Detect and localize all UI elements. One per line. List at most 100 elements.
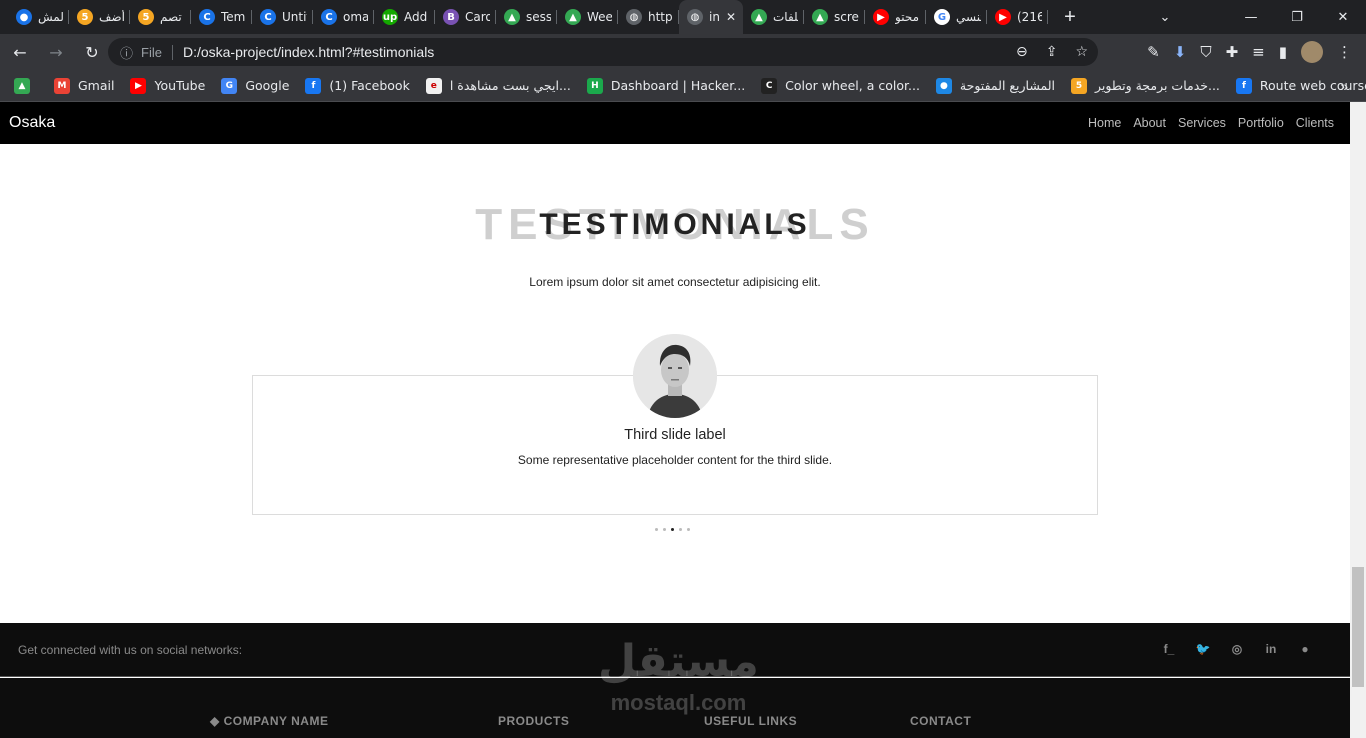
carousel-indicator[interactable] bbox=[655, 528, 658, 531]
bookmark-label: (1) Facebook bbox=[329, 78, 410, 93]
restore-button[interactable]: ❐ bbox=[1274, 10, 1320, 25]
browser-tab[interactable]: C Temp bbox=[191, 0, 252, 34]
browser-tab[interactable]: up Add bbox=[374, 0, 435, 34]
close-window-button[interactable]: ✕ bbox=[1320, 10, 1366, 25]
section-title: TESTIMONIALS bbox=[539, 208, 811, 241]
bookmark-favicon-icon: e bbox=[425, 77, 442, 94]
carousel-indicator[interactable] bbox=[671, 528, 674, 531]
browser-tab[interactable]: G تنسي bbox=[926, 0, 987, 34]
page-scrollbar[interactable] bbox=[1350, 102, 1366, 738]
address-bar[interactable]: ⓘ File D:/oska-project/index.html?#testi… bbox=[108, 38, 1098, 66]
bookmark-favicon-icon: ▶ bbox=[130, 77, 147, 94]
bookmarks-more-icon[interactable]: » bbox=[1340, 78, 1348, 94]
bookmark-item[interactable]: 5 خدمات برمجة وتطوير... bbox=[1071, 77, 1220, 94]
extension-pen-icon[interactable]: ✎ bbox=[1147, 43, 1160, 61]
url-text[interactable]: D:/oska-project/index.html?#testimonials bbox=[183, 44, 434, 60]
tab-favicon-icon: G bbox=[934, 9, 950, 25]
nav-about[interactable]: About bbox=[1133, 116, 1166, 130]
twitter-icon[interactable]: 🐦 bbox=[1194, 642, 1212, 656]
bookmark-item[interactable]: ● المشاريع المفتوحة bbox=[935, 77, 1055, 94]
instagram-icon[interactable]: ◎ bbox=[1228, 642, 1246, 656]
bookmark-label: Color wheel, a color... bbox=[785, 78, 920, 93]
page-viewport: Osaka Home About Services Portfolio Clie… bbox=[0, 102, 1366, 738]
bookmark-item[interactable]: ▶ YouTube bbox=[130, 77, 205, 94]
testimonials-heading: TESTIMONIALS TESTIMONIALS bbox=[0, 198, 1350, 258]
nav-services[interactable]: Services bbox=[1178, 116, 1226, 130]
extensions-puzzle-icon[interactable]: ✚ bbox=[1226, 43, 1239, 61]
back-button[interactable]: ← bbox=[4, 36, 36, 68]
menu-icon[interactable]: ⋮ bbox=[1337, 43, 1352, 61]
site-info-icon[interactable]: ⓘ bbox=[120, 43, 133, 62]
browser-tab[interactable]: ▲ Wee bbox=[557, 0, 618, 34]
carousel-indicator[interactable] bbox=[679, 528, 682, 531]
browser-tab[interactable]: ▲ scree bbox=[804, 0, 865, 34]
bookmark-favicon-icon: C bbox=[761, 77, 778, 94]
carousel-indicator[interactable] bbox=[687, 528, 690, 531]
browser-tab[interactable]: Coma bbox=[313, 0, 374, 34]
bookmark-item[interactable]: M Gmail bbox=[54, 77, 114, 94]
bookmark-item[interactable]: ▲ bbox=[14, 77, 38, 94]
browser-tab[interactable]: ● المش bbox=[8, 0, 69, 34]
tab-favicon-icon: up bbox=[382, 9, 398, 25]
tab-title: Caro bbox=[465, 10, 490, 24]
browser-tab[interactable]: ◍ in ✕ bbox=[679, 0, 743, 34]
carousel-indicator[interactable] bbox=[663, 528, 666, 531]
browser-tab[interactable]: C Untit bbox=[252, 0, 313, 34]
bookmark-favicon-icon: f bbox=[305, 77, 322, 94]
tab-title: Temp bbox=[221, 10, 246, 24]
tab-favicon-icon: ▲ bbox=[504, 9, 520, 25]
tab-favicon-icon: ● bbox=[16, 9, 32, 25]
carousel-indicators bbox=[655, 528, 690, 531]
reload-button[interactable]: ↻ bbox=[76, 36, 108, 68]
forward-button[interactable]: → bbox=[40, 36, 72, 68]
tab-title: Untit bbox=[282, 10, 307, 24]
nav-portfolio[interactable]: Portfolio bbox=[1238, 116, 1284, 130]
browser-tab[interactable]: B Caro bbox=[435, 0, 496, 34]
bookmark-star-icon[interactable]: ☆ bbox=[1075, 44, 1088, 60]
tab-title: (216 bbox=[1017, 10, 1042, 24]
browser-tab[interactable]: 5 تصم bbox=[130, 0, 191, 34]
shield-icon[interactable]: ⛉ bbox=[1200, 43, 1211, 61]
download-icon[interactable]: ⬇ bbox=[1174, 43, 1187, 61]
new-tab-button[interactable]: + bbox=[1060, 6, 1080, 29]
bookmark-item[interactable]: C Color wheel, a color... bbox=[761, 77, 920, 94]
site-navbar: Osaka Home About Services Portfolio Clie… bbox=[0, 102, 1350, 144]
scrollbar-thumb[interactable] bbox=[1352, 567, 1364, 687]
tab-title: تنسي bbox=[956, 10, 981, 24]
bookmark-item[interactable]: e ايجي بست مشاهدة ا... bbox=[425, 77, 571, 94]
person-portrait-icon bbox=[633, 334, 717, 418]
linkedin-icon[interactable]: in bbox=[1262, 642, 1280, 656]
tab-title: https bbox=[648, 10, 673, 24]
github-icon[interactable]: ● bbox=[1296, 642, 1314, 656]
nav-clients[interactable]: Clients bbox=[1296, 116, 1334, 130]
tab-search-icon[interactable]: ⌄ bbox=[1142, 10, 1188, 25]
profile-avatar[interactable] bbox=[1301, 41, 1323, 63]
footer-col-contact: CONTACT bbox=[910, 714, 972, 728]
browser-tab[interactable]: ▶ محتو bbox=[865, 0, 926, 34]
bookmark-item[interactable]: f (1) Facebook bbox=[305, 77, 410, 94]
browser-tab[interactable]: ▲ sessi bbox=[496, 0, 557, 34]
social-icons: f_ 🐦 ◎ in ● bbox=[1160, 642, 1314, 656]
side-panel-icon[interactable]: ▮ bbox=[1279, 43, 1287, 61]
browser-tab[interactable]: ◍ https bbox=[618, 0, 679, 34]
nav-home[interactable]: Home bbox=[1088, 116, 1121, 130]
share-icon[interactable]: ⇪ bbox=[1046, 44, 1058, 60]
tab-favicon-icon: 5 bbox=[77, 9, 93, 25]
slide-text: Some representative placeholder content … bbox=[517, 453, 833, 467]
tab-favicon-icon: C bbox=[321, 9, 337, 25]
facebook-icon[interactable]: f_ bbox=[1160, 642, 1178, 656]
gem-icon: ◆ bbox=[210, 714, 224, 728]
site-brand[interactable]: Osaka bbox=[9, 114, 55, 132]
browser-tab[interactable]: ▶ (216 bbox=[987, 0, 1048, 34]
browser-tab[interactable]: ▲ ملفات bbox=[743, 0, 804, 34]
browser-toolbar: ← → ↻ ⓘ File D:/oska-project/index.html?… bbox=[0, 34, 1366, 70]
bookmark-item[interactable]: H Dashboard | Hacker... bbox=[586, 77, 745, 94]
minimize-button[interactable]: — bbox=[1228, 10, 1274, 25]
zoom-icon[interactable]: ⊖ bbox=[1016, 44, 1028, 60]
media-icon[interactable]: ≡ bbox=[1252, 43, 1265, 61]
close-tab-icon[interactable]: ✕ bbox=[726, 10, 736, 24]
bookmark-item[interactable]: G Google bbox=[221, 77, 289, 94]
footer-col-company-label: COMPANY NAME bbox=[223, 714, 329, 728]
browser-tab[interactable]: 5 أضف bbox=[69, 0, 130, 34]
tab-title: in bbox=[709, 10, 720, 24]
